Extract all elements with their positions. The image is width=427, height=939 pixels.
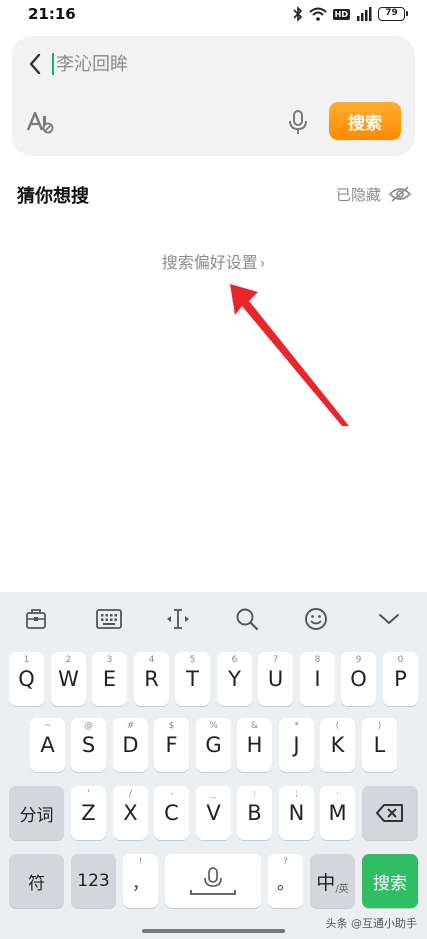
key-p[interactable]: 0P bbox=[383, 652, 418, 706]
voice-input-button[interactable] bbox=[286, 108, 310, 136]
microphone-icon bbox=[289, 110, 307, 134]
search-card: 搜索 bbox=[12, 36, 415, 156]
enter-search-key[interactable]: 搜索 bbox=[362, 854, 418, 908]
keyboard-toolbar bbox=[0, 592, 427, 646]
signal-icon bbox=[357, 7, 372, 21]
backspace-icon bbox=[376, 804, 403, 822]
ai-writing-button[interactable] bbox=[26, 110, 54, 134]
bluetooth-icon bbox=[293, 6, 302, 22]
text-caret bbox=[52, 53, 54, 75]
hidden-toggle[interactable]: 已隐藏 bbox=[336, 184, 411, 204]
key-e[interactable]: 3E bbox=[92, 652, 127, 706]
key-k[interactable]: (K bbox=[320, 718, 355, 772]
key-d[interactable]: # D bbox=[113, 718, 148, 772]
microphone-icon bbox=[190, 867, 236, 895]
eye-off-icon bbox=[389, 186, 411, 202]
period-key[interactable]: ?。 bbox=[268, 854, 303, 908]
key-y[interactable]: 6Y bbox=[217, 652, 252, 706]
key-u[interactable]: 7U bbox=[258, 652, 293, 706]
status-time: 21:16 bbox=[28, 5, 76, 23]
key-j[interactable]: * J bbox=[279, 718, 314, 772]
key-l[interactable]: ) L bbox=[362, 718, 397, 772]
key-m[interactable]: · M bbox=[320, 786, 355, 840]
key-z[interactable]: ' Z bbox=[71, 786, 106, 840]
key-i[interactable]: 8I bbox=[300, 652, 335, 706]
key-x[interactable]: / X bbox=[113, 786, 148, 840]
key-o[interactable]: 9O bbox=[341, 652, 376, 706]
guess-section-title: 猜你想搜 bbox=[17, 186, 89, 207]
number-key[interactable]: 123 bbox=[71, 854, 116, 908]
key-q[interactable]: 1Q bbox=[9, 652, 44, 706]
wifi-icon bbox=[308, 7, 327, 21]
clipboard-icon[interactable] bbox=[23, 606, 49, 632]
status-bar: 21:16 HD 79 bbox=[0, 0, 427, 28]
language-switch-key[interactable]: 中/英 bbox=[310, 854, 355, 908]
key-h[interactable]: & H bbox=[237, 718, 272, 772]
search-button[interactable]: 搜索 bbox=[329, 102, 401, 140]
key-g[interactable]: % G bbox=[196, 718, 231, 772]
back-button[interactable] bbox=[22, 50, 48, 78]
cursor-move-icon[interactable] bbox=[165, 606, 191, 632]
key-a[interactable]: ~ A bbox=[30, 718, 65, 772]
key-n[interactable]: ; N bbox=[279, 786, 314, 840]
key-r[interactable]: 4R bbox=[134, 652, 169, 706]
segment-key[interactable]: 分词 bbox=[9, 786, 64, 840]
ai-text-icon bbox=[26, 111, 54, 134]
emoji-icon[interactable] bbox=[303, 606, 329, 632]
comma-key[interactable]: !， bbox=[123, 854, 158, 908]
watermark: 头条 @互通小助手 bbox=[325, 917, 418, 930]
key-v[interactable]: _ V bbox=[196, 786, 231, 840]
symbol-key[interactable]: 符 bbox=[9, 854, 64, 908]
key-c[interactable]: -C bbox=[154, 786, 189, 840]
chevron-left-icon bbox=[29, 53, 41, 75]
search-field[interactable] bbox=[52, 50, 392, 78]
space-key[interactable] bbox=[165, 854, 261, 908]
status-icons: HD 79 bbox=[293, 5, 408, 23]
search-icon[interactable] bbox=[234, 606, 260, 632]
hd-badge: HD bbox=[332, 8, 350, 20]
key-f[interactable]: $ F bbox=[154, 718, 189, 772]
chevron-right-icon: › bbox=[259, 256, 266, 272]
search-preference-label: 搜索偏好设置 bbox=[161, 253, 258, 272]
key-t[interactable]: 5T bbox=[175, 652, 210, 706]
keyboard-icon[interactable] bbox=[96, 606, 122, 632]
key-w[interactable]: 2W bbox=[51, 652, 86, 706]
search-preference-link[interactable]: 搜索偏好设置 › bbox=[0, 249, 427, 273]
backspace-key[interactable] bbox=[362, 786, 418, 840]
hidden-label: 已隐藏 bbox=[335, 185, 381, 204]
collapse-keyboard-icon[interactable] bbox=[376, 606, 402, 632]
home-indicator[interactable] bbox=[142, 929, 285, 933]
search-input[interactable] bbox=[56, 53, 376, 75]
battery-indicator: 79 bbox=[378, 7, 408, 21]
key-b[interactable]: :B bbox=[237, 786, 272, 840]
keyboard: 1Q 2W 3E 4R 5T 6Y 7U 8I 9O 0P ~ A @ S # D $… bbox=[0, 592, 427, 939]
key-s[interactable]: @ S bbox=[71, 718, 106, 772]
